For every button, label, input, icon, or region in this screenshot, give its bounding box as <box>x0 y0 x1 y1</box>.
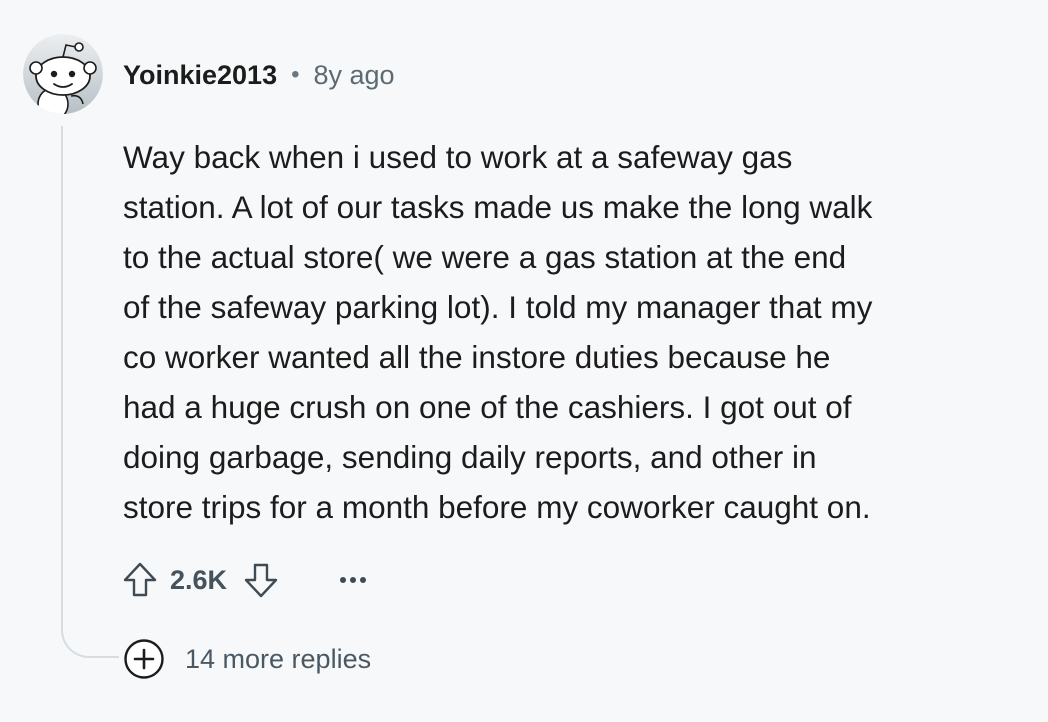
more-replies-button[interactable]: 14 more replies <box>123 638 371 680</box>
comment-header: Yoinkie2013 • 8y ago <box>123 55 395 95</box>
plus-circle-icon <box>123 638 165 680</box>
comment-line: of the safeway parking lot). I told my m… <box>123 289 873 325</box>
username[interactable]: Yoinkie2013 <box>123 60 277 91</box>
comment-line: to the actual store( we were a gas stati… <box>123 239 847 275</box>
avatar[interactable] <box>23 34 103 114</box>
comment-line: co worker wanted all the instore duties … <box>123 339 831 375</box>
thread-line[interactable] <box>61 126 63 620</box>
comment-line: store trips for a month before my cowork… <box>123 489 871 525</box>
comment-line: Way back when i used to work at a safewa… <box>123 139 793 175</box>
upvote-arrow-icon[interactable] <box>120 558 160 602</box>
more-options-icon[interactable] <box>333 558 373 602</box>
downvote-arrow-icon[interactable] <box>241 558 281 602</box>
timestamp[interactable]: 8y ago <box>314 60 395 91</box>
snoo-avatar-icon <box>23 34 103 114</box>
comment-line: doing garbage, sending daily reports, an… <box>123 439 817 475</box>
thread-line-elbow <box>61 612 119 658</box>
comment-body: Way back when i used to work at a safewa… <box>123 132 1023 532</box>
comment-line: had a huge crush on one of the cashiers.… <box>123 389 852 425</box>
separator-dot: • <box>291 61 300 88</box>
comment-line: station. A lot of our tasks made us make… <box>123 189 873 225</box>
more-replies-label: 14 more replies <box>185 643 372 674</box>
vote-score: 2.6K <box>170 564 228 595</box>
comment-actions: 2.6K <box>120 556 373 604</box>
